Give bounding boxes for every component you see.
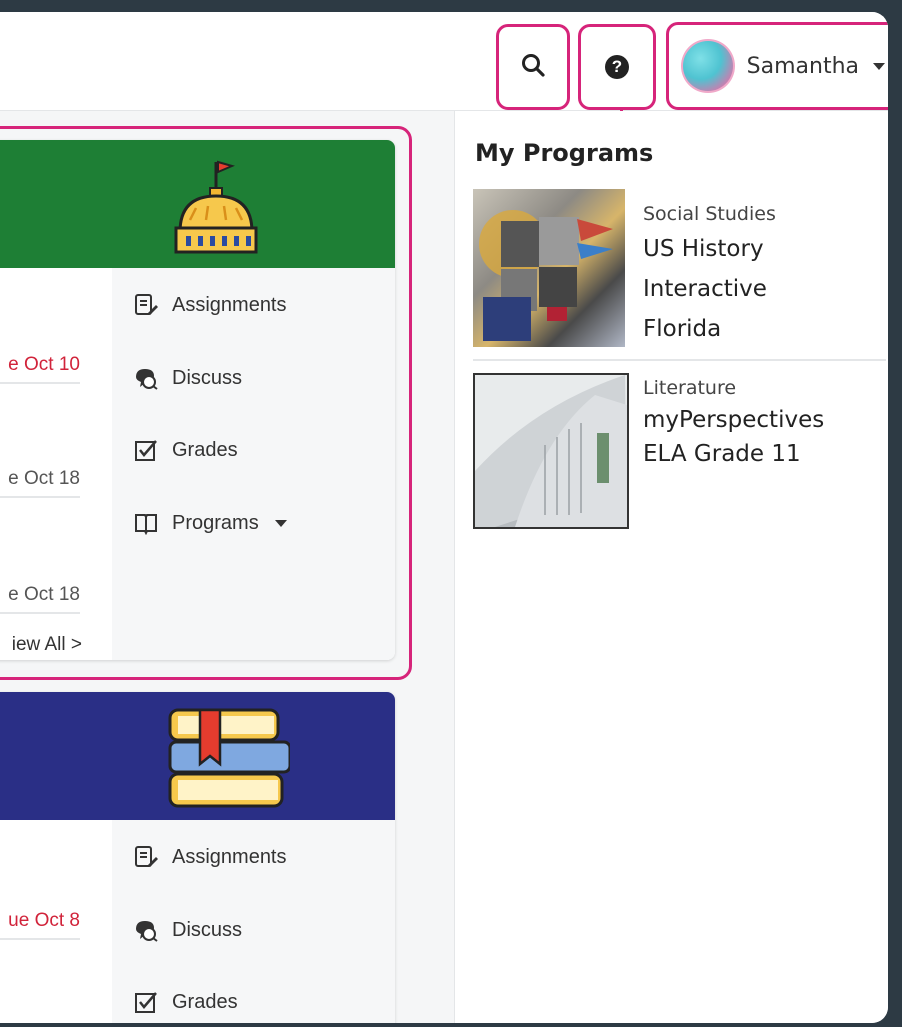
program-card[interactable]: Social Studies US History Interactive Fl… [473,189,887,351]
menu-item-label: Grades [172,990,238,1013]
program-title-line: ELA Grade 11 [643,441,801,467]
user-name: Samantha [746,53,859,79]
discuss-icon [134,918,158,942]
panel-title: My Programs [475,139,654,167]
menu-item-grades[interactable]: Grades [134,438,238,462]
class-card: ue Oct 8 Assignments Discuss Grades [0,692,395,1023]
capitol-building-icon [160,154,270,258]
menu-item-label: Discuss [172,366,243,389]
grades-icon [134,438,158,462]
class-menu: Assignments Discuss Grades Programs [112,268,395,660]
divider [473,359,886,361]
menu-item-discuss[interactable]: Discuss [134,366,242,390]
class-banner[interactable] [0,140,395,268]
search-button[interactable] [496,24,570,110]
books-stack-icon [160,700,292,816]
menu-item-programs[interactable]: Programs [134,511,287,535]
due-date[interactable]: e Oct 18 [0,584,80,614]
due-date[interactable]: e Oct 10 [0,354,80,384]
view-all-link[interactable]: iew All > [0,634,82,656]
class-card: e Oct 10 e Oct 18 e Oct 18 iew All > Ass… [0,140,395,660]
assignments-icon [134,293,158,317]
assignments-icon [134,845,158,869]
chevron-down-icon [873,62,885,70]
grades-icon [134,990,158,1014]
help-button[interactable]: ? [578,24,656,110]
user-menu-button[interactable]: Samantha [666,22,888,110]
search-icon [520,52,546,82]
my-programs-panel: My Programs Social Studies US History In… [454,111,888,1023]
program-cover-image [473,373,629,529]
due-date[interactable]: e Oct 18 [0,468,80,498]
book-icon [134,511,158,535]
program-title-line: US History [643,236,764,262]
program-title-line: Florida [643,316,722,342]
menu-item-assignments[interactable]: Assignments [134,293,287,317]
menu-item-assignments[interactable]: Assignments [134,845,287,869]
class-menu: Assignments Discuss Grades [112,820,395,1023]
help-icon: ? [605,55,629,79]
program-title-line: myPerspectives [643,407,825,433]
app-window: ? Samantha e Oct 10 e Oct 18 e Oct 18 ie… [0,12,888,1023]
menu-item-label: Programs [172,511,259,534]
menu-item-discuss[interactable]: Discuss [134,918,242,942]
class-banner[interactable] [0,692,395,820]
program-subject: Social Studies [643,203,776,225]
avatar [681,39,735,93]
menu-item-grades[interactable]: Grades [134,990,238,1014]
due-date[interactable]: ue Oct 8 [0,910,80,940]
top-header: ? Samantha [0,12,888,111]
menu-item-label: Discuss [172,918,243,941]
program-card[interactable]: Literature myPerspectives ELA Grade 11 [473,373,887,533]
program-cover-image [473,189,625,347]
discuss-icon [134,366,158,390]
program-subject: Literature [643,377,737,399]
menu-item-label: Grades [172,438,238,461]
menu-item-label: Assignments [172,293,287,316]
program-title-line: Interactive [643,276,767,302]
menu-item-label: Assignments [172,845,287,868]
chevron-down-icon [274,519,287,527]
